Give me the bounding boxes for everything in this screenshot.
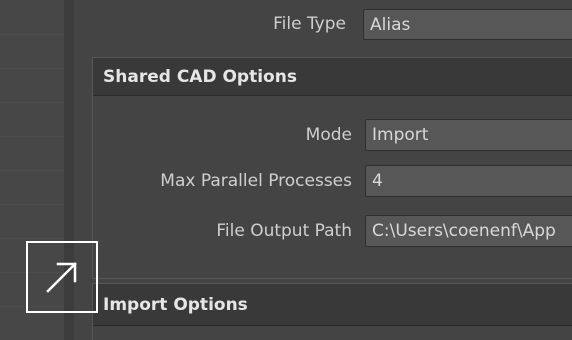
file-output-path-input[interactable]: C:\Users\coenenf\App <box>365 215 572 247</box>
mode-label: Mode <box>305 125 352 145</box>
file-type-dropdown[interactable]: Alias <box>363 9 572 40</box>
divider <box>0 102 64 103</box>
max-parallel-processes-label: Max Parallel Processes <box>160 171 352 191</box>
max-parallel-processes-input[interactable]: 4 <box>365 165 572 197</box>
mode-dropdown[interactable]: Import <box>365 119 572 151</box>
arrow-up-right-icon-graphic <box>46 262 77 293</box>
arrow-up-right-icon[interactable] <box>26 241 98 313</box>
divider <box>0 204 64 205</box>
divider <box>0 68 64 69</box>
divider <box>0 136 64 137</box>
settings-window: File Type Alias Shared CAD Options Mode … <box>0 0 572 340</box>
file-type-label: File Type <box>273 14 346 34</box>
divider <box>0 238 64 239</box>
import-options-header[interactable]: Import Options <box>93 284 572 326</box>
file-output-path-label: File Output Path <box>216 221 352 241</box>
properties-panel: File Type Alias Shared CAD Options Mode … <box>74 0 572 340</box>
divider <box>0 34 64 35</box>
divider <box>0 170 64 171</box>
shared-cad-options-header[interactable]: Shared CAD Options <box>93 58 572 96</box>
